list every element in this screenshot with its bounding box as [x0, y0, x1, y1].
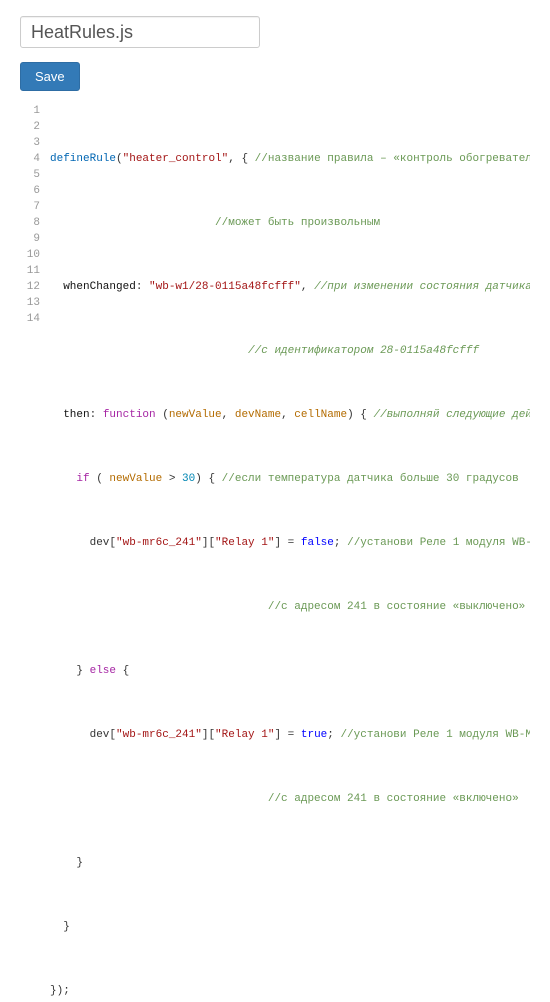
- code-line: }: [50, 919, 530, 935]
- filename-input[interactable]: [20, 16, 260, 48]
- code-area[interactable]: defineRule("heater_control", { //названи…: [50, 103, 530, 1002]
- code-line: then: function (newValue, devName, cellN…: [50, 407, 530, 423]
- code-line: } else {: [50, 663, 530, 679]
- gutter: 1 2 3 4 5 6 7 8 9 10 11 12 13 14: [20, 103, 50, 1002]
- code-line: //с адресом 241 в состояние «включено»: [50, 791, 530, 807]
- line-number: 8: [20, 215, 40, 231]
- line-number: 5: [20, 167, 40, 183]
- line-number: 9: [20, 231, 40, 247]
- line-number: 3: [20, 135, 40, 151]
- line-number: 10: [20, 247, 40, 263]
- line-number: 1: [20, 103, 40, 119]
- line-number: 14: [20, 311, 40, 327]
- code-line: dev["wb-mr6c_241"]["Relay 1"] = true; //…: [50, 727, 530, 743]
- code-line: dev["wb-mr6c_241"]["Relay 1"] = false; /…: [50, 535, 530, 551]
- code-line: defineRule("heater_control", { //названи…: [50, 151, 530, 167]
- line-number: 13: [20, 295, 40, 311]
- line-number: 7: [20, 199, 40, 215]
- code-line: });: [50, 983, 530, 999]
- line-number: 12: [20, 279, 40, 295]
- save-button[interactable]: Save: [20, 62, 80, 91]
- line-number: 4: [20, 151, 40, 167]
- code-line: //с идентификатором 28-0115a48fcfff: [50, 343, 530, 359]
- code-line: if ( newValue > 30) { //если температура…: [50, 471, 530, 487]
- code-line: whenChanged: "wb-w1/28-0115a48fcfff", //…: [50, 279, 530, 295]
- line-number: 11: [20, 263, 40, 279]
- code-line: //может быть произвольным: [50, 215, 530, 231]
- code-editor[interactable]: 1 2 3 4 5 6 7 8 9 10 11 12 13 14 defineR…: [20, 103, 530, 1002]
- header-row: [20, 16, 530, 48]
- code-line: }: [50, 855, 530, 871]
- line-number: 2: [20, 119, 40, 135]
- code-line: //с адресом 241 в состояние «выключено»: [50, 599, 530, 615]
- line-number: 6: [20, 183, 40, 199]
